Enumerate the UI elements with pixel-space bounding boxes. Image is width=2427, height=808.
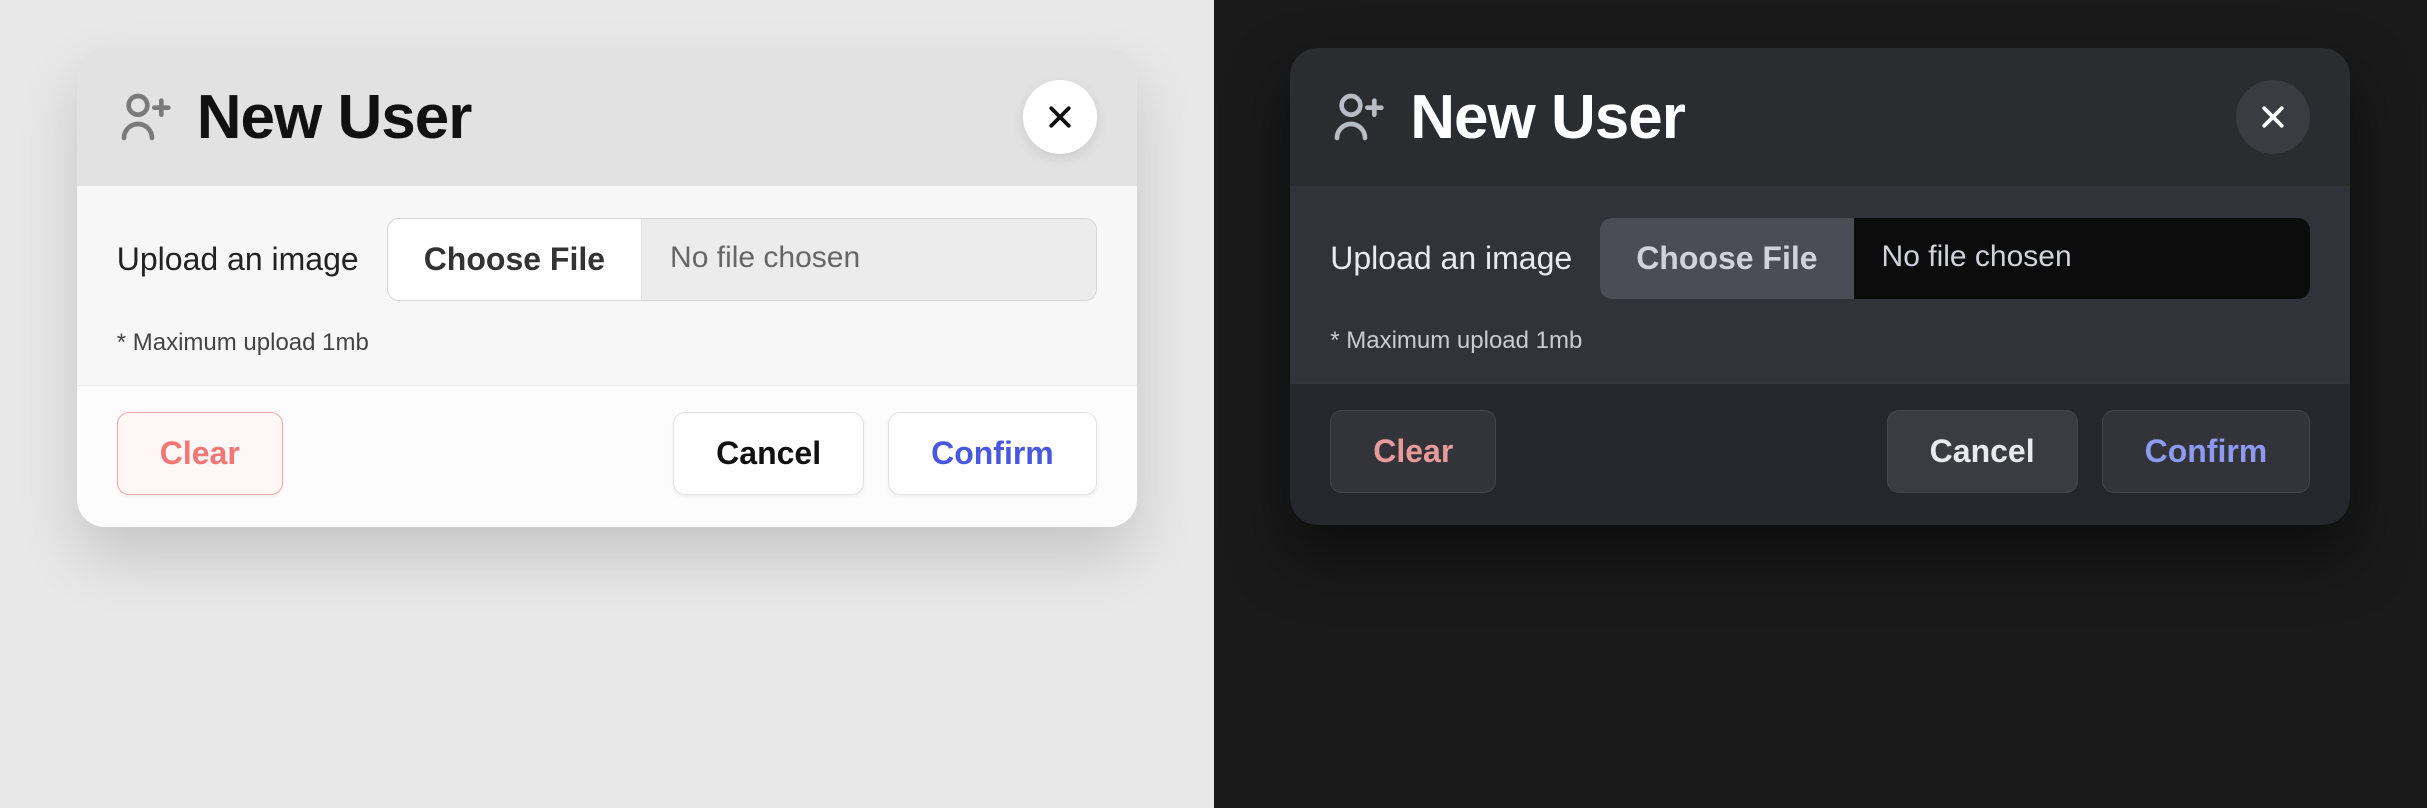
clear-button[interactable]: Clear [1330, 410, 1496, 493]
helper-text: * Maximum upload 1mb [1330, 327, 2310, 355]
upload-row: Upload an image Choose File No file chos… [117, 218, 1097, 301]
close-icon [1045, 102, 1075, 132]
card-body: Upload an image Choose File No file chos… [1290, 186, 2350, 383]
cancel-button[interactable]: Cancel [1887, 410, 2078, 493]
confirm-button[interactable]: Confirm [888, 412, 1097, 495]
card-body: Upload an image Choose File No file chos… [77, 186, 1137, 385]
close-button[interactable] [1023, 80, 1097, 154]
close-button[interactable] [2236, 80, 2310, 154]
card-footer: Clear Cancel Confirm [1290, 383, 2350, 525]
card-header: New User [1290, 48, 2350, 186]
cancel-button[interactable]: Cancel [673, 412, 864, 495]
file-name-display: No file chosen [1854, 218, 2311, 299]
upload-row: Upload an image Choose File No file chos… [1330, 218, 2310, 299]
file-name-display: No file chosen [642, 219, 1096, 300]
light-theme-panel: New User Upload an image Choose File No … [0, 0, 1214, 808]
clear-button[interactable]: Clear [117, 412, 283, 495]
card-header: New User [77, 48, 1137, 186]
choose-file-button[interactable]: Choose File [388, 219, 642, 300]
new-user-card: New User Upload an image Choose File No … [77, 48, 1137, 527]
new-user-card: New User Upload an image Choose File No … [1290, 48, 2350, 525]
card-title: New User [197, 82, 1023, 153]
upload-label: Upload an image [117, 241, 359, 278]
card-title: New User [1410, 82, 2236, 153]
close-icon [2258, 102, 2288, 132]
confirm-button[interactable]: Confirm [2102, 410, 2311, 493]
user-add-icon [117, 89, 173, 145]
choose-file-button[interactable]: Choose File [1600, 218, 1853, 299]
upload-label: Upload an image [1330, 240, 1572, 277]
footer-spacer [307, 412, 649, 495]
user-add-icon [1330, 89, 1386, 145]
file-picker: Choose File No file chosen [387, 218, 1097, 301]
footer-spacer [1520, 410, 1862, 493]
helper-text: * Maximum upload 1mb [117, 329, 1097, 357]
card-footer: Clear Cancel Confirm [77, 385, 1137, 527]
dark-theme-panel: New User Upload an image Choose File No … [1214, 0, 2427, 808]
file-picker: Choose File No file chosen [1600, 218, 2310, 299]
